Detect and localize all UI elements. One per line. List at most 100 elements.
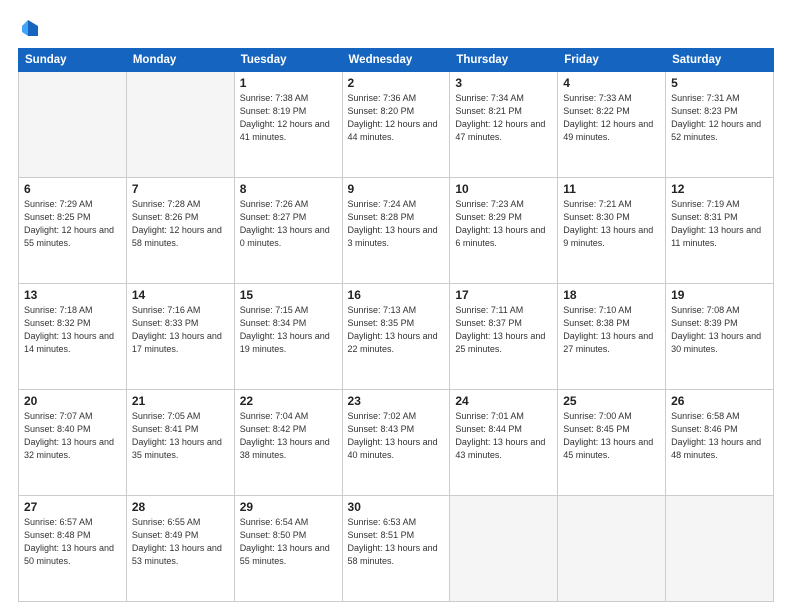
day-info: Sunrise: 7:34 AM Sunset: 8:21 PM Dayligh… [455, 92, 552, 144]
calendar-table: SundayMondayTuesdayWednesdayThursdayFrid… [18, 48, 774, 602]
calendar-cell: 6 Sunrise: 7:29 AM Sunset: 8:25 PM Daylig… [19, 178, 127, 284]
day-info: Sunrise: 7:31 AM Sunset: 8:23 PM Dayligh… [671, 92, 768, 144]
calendar-cell: 19 Sunrise: 7:08 AM Sunset: 8:39 PM Dayli… [666, 284, 774, 390]
day-number: 25 [563, 394, 660, 408]
logo-icon [20, 18, 40, 38]
day-number: 6 [24, 182, 121, 196]
day-info: Sunrise: 7:28 AM Sunset: 8:26 PM Dayligh… [132, 198, 229, 250]
day-number: 28 [132, 500, 229, 514]
day-number: 19 [671, 288, 768, 302]
calendar-cell: 4 Sunrise: 7:33 AM Sunset: 8:22 PM Daylig… [558, 72, 666, 178]
calendar-cell [558, 496, 666, 602]
day-number: 30 [348, 500, 445, 514]
day-info: Sunrise: 7:10 AM Sunset: 8:38 PM Dayligh… [563, 304, 660, 356]
day-number: 11 [563, 182, 660, 196]
day-number: 1 [240, 76, 337, 90]
day-number: 17 [455, 288, 552, 302]
weekday-header: Monday [126, 49, 234, 72]
calendar-week-row: 6 Sunrise: 7:29 AM Sunset: 8:25 PM Daylig… [19, 178, 774, 284]
calendar-week-row: 1 Sunrise: 7:38 AM Sunset: 8:19 PM Daylig… [19, 72, 774, 178]
day-number: 22 [240, 394, 337, 408]
calendar-week-row: 27Sunrise: 6:57 AM Sunset: 8:48 PM Dayli… [19, 496, 774, 602]
day-info: Sunrise: 7:04 AM Sunset: 8:42 PM Dayligh… [240, 410, 337, 462]
day-info: Sunrise: 7:11 AM Sunset: 8:37 PM Dayligh… [455, 304, 552, 356]
calendar-cell [450, 496, 558, 602]
day-info: Sunrise: 7:24 AM Sunset: 8:28 PM Dayligh… [348, 198, 445, 250]
calendar-cell [126, 72, 234, 178]
calendar-cell: 23Sunrise: 7:02 AM Sunset: 8:43 PM Dayli… [342, 390, 450, 496]
calendar-cell: 27Sunrise: 6:57 AM Sunset: 8:48 PM Dayli… [19, 496, 127, 602]
day-info: Sunrise: 7:18 AM Sunset: 8:32 PM Dayligh… [24, 304, 121, 356]
calendar-cell: 29 Sunrise: 6:54 AM Sunset: 8:50 PM Dayli… [234, 496, 342, 602]
day-number: 26 [671, 394, 768, 408]
day-info: Sunrise: 7:33 AM Sunset: 8:22 PM Dayligh… [563, 92, 660, 144]
calendar-cell: 5 Sunrise: 7:31 AM Sunset: 8:23 PM Daylig… [666, 72, 774, 178]
page: SundayMondayTuesdayWednesdayThursdayFrid… [0, 0, 792, 612]
calendar-cell [19, 72, 127, 178]
day-info: Sunrise: 7:08 AM Sunset: 8:39 PM Dayligh… [671, 304, 768, 356]
day-number: 7 [132, 182, 229, 196]
day-info: Sunrise: 6:54 AM Sunset: 8:50 PM Dayligh… [240, 516, 337, 568]
day-number: 5 [671, 76, 768, 90]
day-info: Sunrise: 7:16 AM Sunset: 8:33 PM Dayligh… [132, 304, 229, 356]
day-info: Sunrise: 7:00 AM Sunset: 8:45 PM Dayligh… [563, 410, 660, 462]
calendar-cell: 7 Sunrise: 7:28 AM Sunset: 8:26 PM Daylig… [126, 178, 234, 284]
day-info: Sunrise: 7:36 AM Sunset: 8:20 PM Dayligh… [348, 92, 445, 144]
calendar-cell: 18 Sunrise: 7:10 AM Sunset: 8:38 PM Dayli… [558, 284, 666, 390]
day-number: 23 [348, 394, 445, 408]
calendar-week-row: 20 Sunrise: 7:07 AM Sunset: 8:40 PM Dayli… [19, 390, 774, 496]
calendar-cell: 20 Sunrise: 7:07 AM Sunset: 8:40 PM Dayli… [19, 390, 127, 496]
day-number: 3 [455, 76, 552, 90]
weekday-header: Saturday [666, 49, 774, 72]
calendar-cell: 9 Sunrise: 7:24 AM Sunset: 8:28 PM Daylig… [342, 178, 450, 284]
header [18, 18, 774, 38]
calendar-cell: 25 Sunrise: 7:00 AM Sunset: 8:45 PM Dayli… [558, 390, 666, 496]
day-number: 8 [240, 182, 337, 196]
calendar-cell: 2 Sunrise: 7:36 AM Sunset: 8:20 PM Daylig… [342, 72, 450, 178]
weekday-header: Wednesday [342, 49, 450, 72]
day-info: Sunrise: 6:53 AM Sunset: 8:51 PM Dayligh… [348, 516, 445, 568]
day-number: 4 [563, 76, 660, 90]
day-info: Sunrise: 7:13 AM Sunset: 8:35 PM Dayligh… [348, 304, 445, 356]
calendar-cell: 22 Sunrise: 7:04 AM Sunset: 8:42 PM Dayli… [234, 390, 342, 496]
weekday-header: Friday [558, 49, 666, 72]
calendar-cell: 1 Sunrise: 7:38 AM Sunset: 8:19 PM Daylig… [234, 72, 342, 178]
day-number: 14 [132, 288, 229, 302]
calendar-cell: 14 Sunrise: 7:16 AM Sunset: 8:33 PM Dayli… [126, 284, 234, 390]
calendar-cell: 12Sunrise: 7:19 AM Sunset: 8:31 PM Dayli… [666, 178, 774, 284]
day-info: Sunrise: 7:19 AM Sunset: 8:31 PM Dayligh… [671, 198, 768, 250]
calendar-week-row: 13 Sunrise: 7:18 AM Sunset: 8:32 PM Dayli… [19, 284, 774, 390]
calendar-cell: 24Sunrise: 7:01 AM Sunset: 8:44 PM Dayli… [450, 390, 558, 496]
day-info: Sunrise: 7:15 AM Sunset: 8:34 PM Dayligh… [240, 304, 337, 356]
day-number: 9 [348, 182, 445, 196]
day-info: Sunrise: 7:23 AM Sunset: 8:29 PM Dayligh… [455, 198, 552, 250]
day-info: Sunrise: 7:07 AM Sunset: 8:40 PM Dayligh… [24, 410, 121, 462]
calendar-cell: 11 Sunrise: 7:21 AM Sunset: 8:30 PM Dayli… [558, 178, 666, 284]
day-number: 13 [24, 288, 121, 302]
day-number: 16 [348, 288, 445, 302]
calendar-cell [666, 496, 774, 602]
calendar-cell: 15Sunrise: 7:15 AM Sunset: 8:34 PM Dayli… [234, 284, 342, 390]
day-info: Sunrise: 7:01 AM Sunset: 8:44 PM Dayligh… [455, 410, 552, 462]
day-info: Sunrise: 6:58 AM Sunset: 8:46 PM Dayligh… [671, 410, 768, 462]
calendar-cell: 28 Sunrise: 6:55 AM Sunset: 8:49 PM Dayli… [126, 496, 234, 602]
day-info: Sunrise: 7:29 AM Sunset: 8:25 PM Dayligh… [24, 198, 121, 250]
day-number: 29 [240, 500, 337, 514]
calendar-cell: 10 Sunrise: 7:23 AM Sunset: 8:29 PM Dayli… [450, 178, 558, 284]
day-number: 20 [24, 394, 121, 408]
calendar-header-row: SundayMondayTuesdayWednesdayThursdayFrid… [19, 49, 774, 72]
day-info: Sunrise: 6:55 AM Sunset: 8:49 PM Dayligh… [132, 516, 229, 568]
day-number: 18 [563, 288, 660, 302]
calendar-cell: 3 Sunrise: 7:34 AM Sunset: 8:21 PM Daylig… [450, 72, 558, 178]
calendar-cell: 30 Sunrise: 6:53 AM Sunset: 8:51 PM Dayli… [342, 496, 450, 602]
calendar-cell: 26 Sunrise: 6:58 AM Sunset: 8:46 PM Dayli… [666, 390, 774, 496]
calendar-cell: 21Sunrise: 7:05 AM Sunset: 8:41 PM Dayli… [126, 390, 234, 496]
day-info: Sunrise: 7:38 AM Sunset: 8:19 PM Dayligh… [240, 92, 337, 144]
day-info: Sunrise: 7:21 AM Sunset: 8:30 PM Dayligh… [563, 198, 660, 250]
calendar-cell: 17 Sunrise: 7:11 AM Sunset: 8:37 PM Dayli… [450, 284, 558, 390]
day-number: 27 [24, 500, 121, 514]
weekday-header: Sunday [19, 49, 127, 72]
day-number: 2 [348, 76, 445, 90]
day-number: 10 [455, 182, 552, 196]
weekday-header: Thursday [450, 49, 558, 72]
